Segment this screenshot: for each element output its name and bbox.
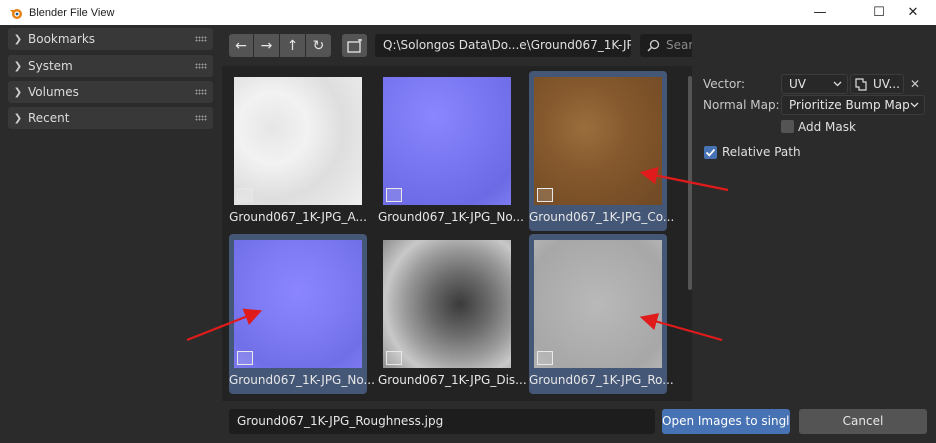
uv-map-icon xyxy=(855,78,867,91)
open-images-button[interactable]: Open Images to singl... xyxy=(662,409,790,434)
displacement-map-thumbnail xyxy=(383,240,511,368)
drag-handle-icon[interactable] xyxy=(195,115,207,121)
chevron-right-icon: ❯ xyxy=(13,86,23,98)
directory-path-field[interactable]: Q:\Solongos Data\Do...e\Ground067_1K-JPG… xyxy=(375,34,631,57)
normal-map-dropdown[interactable]: Prioritize Bump Map xyxy=(781,95,925,115)
add-mask-checkbox[interactable] xyxy=(781,120,794,133)
window-title: Blender File View xyxy=(29,6,115,19)
file-tile-selected[interactable]: Ground067_1K-JPG_Ro... xyxy=(529,234,674,394)
file-tile-selected[interactable]: Ground067_1K-JPG_No... xyxy=(229,234,375,394)
sidebar-item-label: Volumes xyxy=(28,85,79,99)
relative-path-label: Relative Path xyxy=(722,145,801,159)
file-name-label: Ground067_1K-JPG_Co... xyxy=(529,210,675,224)
filename-field[interactable]: Ground067_1K-JPG_Roughness.jpg xyxy=(229,409,655,434)
refresh-button[interactable]: ↻ xyxy=(306,34,331,57)
image-file-icon xyxy=(537,351,553,365)
color-map-thumbnail xyxy=(534,77,662,205)
clear-uv-map-button[interactable]: ✕ xyxy=(908,75,922,93)
new-folder-icon xyxy=(346,38,362,53)
sidebar-item-volumes[interactable]: ❯ Volumes xyxy=(8,81,213,103)
back-button[interactable]: ← xyxy=(229,34,253,57)
minimize-button[interactable]: — xyxy=(797,0,843,25)
refresh-icon: ↻ xyxy=(312,37,325,54)
search-icon xyxy=(647,39,660,52)
image-file-icon xyxy=(386,188,402,202)
import-options-panel: Vector: UV UV... ✕ Normal Map: Prioritiz… xyxy=(692,25,936,443)
normal-map-value: Prioritize Bump Map xyxy=(789,98,910,112)
sidebar-item-recent[interactable]: ❯ Recent xyxy=(8,107,213,129)
file-name-label: Ground067_1K-JPG_No... xyxy=(229,373,375,387)
file-thumbnail-grid: Ground067_1K-JPG_A... Ground067_1K-JPG_N… xyxy=(222,66,692,401)
cancel-button[interactable]: Cancel xyxy=(799,409,927,434)
sidebar-item-system[interactable]: ❯ System xyxy=(8,55,213,77)
image-file-icon xyxy=(537,188,553,202)
ambient-occlusion-thumbnail xyxy=(234,77,362,205)
chevron-down-icon xyxy=(833,81,842,87)
back-arrow-icon: ← xyxy=(235,37,247,54)
minimize-icon: — xyxy=(813,5,827,20)
add-mask-label: Add Mask xyxy=(798,120,856,134)
file-tile[interactable]: Ground067_1K-JPG_A... xyxy=(229,71,367,231)
file-name-label: Ground067_1K-JPG_A... xyxy=(229,210,367,224)
forward-arrow-icon: → xyxy=(260,37,273,54)
file-name-label: Ground067_1K-JPG_No... xyxy=(378,210,524,224)
close-icon: ✕ xyxy=(909,77,921,91)
vector-dropdown[interactable]: UV xyxy=(781,74,848,94)
file-name-label: Ground067_1K-JPG_Dis... xyxy=(378,373,527,387)
checkmark-icon xyxy=(705,148,716,157)
drag-handle-icon[interactable] xyxy=(195,89,207,95)
file-tile[interactable]: Ground067_1K-JPG_Dis... xyxy=(378,234,527,394)
sidebar: ❯ Bookmarks ❯ System ❯ Volumes ❯ Recent xyxy=(0,25,222,443)
chevron-right-icon: ❯ xyxy=(13,33,23,45)
sidebar-item-label: System xyxy=(28,59,73,73)
close-button[interactable]: ✕ xyxy=(890,0,936,25)
image-file-icon xyxy=(237,351,253,365)
chevron-right-icon: ❯ xyxy=(13,60,23,72)
normal-map-label: Normal Map: xyxy=(703,98,780,112)
vector-label: Vector: xyxy=(703,77,746,91)
sidebar-item-label: Bookmarks xyxy=(28,32,96,46)
sidebar-item-label: Recent xyxy=(28,111,70,125)
vector-value: UV xyxy=(789,77,806,91)
chevron-right-icon: ❯ xyxy=(13,112,23,124)
chevron-down-icon xyxy=(910,102,919,108)
image-file-icon xyxy=(386,351,402,365)
normal-map-thumbnail xyxy=(234,240,362,368)
blender-logo-icon xyxy=(9,6,23,20)
roughness-map-thumbnail xyxy=(534,240,662,368)
new-folder-button[interactable] xyxy=(342,34,367,57)
close-icon: ✕ xyxy=(907,5,919,20)
file-name-label: Ground067_1K-JPG_Ro... xyxy=(529,373,674,387)
sidebar-item-bookmarks[interactable]: ❯ Bookmarks xyxy=(8,28,213,50)
parent-directory-button[interactable]: ↑ xyxy=(280,34,305,57)
drag-handle-icon[interactable] xyxy=(195,36,207,42)
parent-directory-icon: ↑ xyxy=(286,37,299,54)
maximize-icon: ☐ xyxy=(873,5,885,20)
file-tile[interactable]: Ground067_1K-JPG_No... xyxy=(378,71,524,231)
title-bar: Blender File View — ☐ ✕ xyxy=(0,0,936,25)
image-file-icon xyxy=(237,188,253,202)
relative-path-checkbox[interactable] xyxy=(704,146,717,159)
file-tile-selected[interactable]: Ground067_1K-JPG_Co... xyxy=(529,71,675,231)
forward-button[interactable]: → xyxy=(254,34,279,57)
uv-map-selector[interactable]: UV... xyxy=(850,74,904,94)
drag-handle-icon[interactable] xyxy=(195,63,207,69)
uv-map-value: UV... xyxy=(873,77,900,91)
normal-map-thumbnail xyxy=(383,77,511,205)
